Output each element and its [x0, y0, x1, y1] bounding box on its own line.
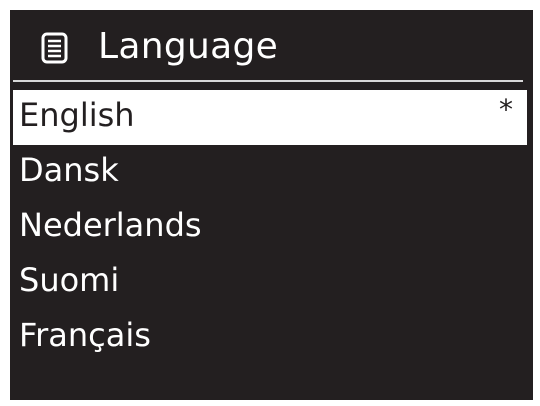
language-item-label: Nederlands: [19, 206, 202, 244]
language-list: English * Dansk Nederlands Suomi Françai…: [10, 90, 533, 365]
screen-header: Language: [10, 10, 533, 82]
language-item-label: Français: [19, 316, 151, 354]
device-screen: Language English * Dansk Nederlands Suom…: [10, 10, 533, 400]
language-item-dansk[interactable]: Dansk: [10, 145, 533, 200]
current-selection-marker: *: [499, 93, 513, 126]
language-item-label: Dansk: [19, 151, 119, 189]
language-item-label: Suomi: [19, 261, 120, 299]
language-item-label: English: [19, 96, 135, 134]
language-item-francais[interactable]: Français: [10, 310, 533, 365]
page-title: Language: [98, 26, 279, 67]
language-item-nederlands[interactable]: Nederlands: [10, 200, 533, 255]
language-item-suomi[interactable]: Suomi: [10, 255, 533, 310]
language-item-english[interactable]: English *: [13, 90, 527, 145]
list-menu-icon: [41, 32, 68, 64]
header-divider: [13, 80, 523, 82]
